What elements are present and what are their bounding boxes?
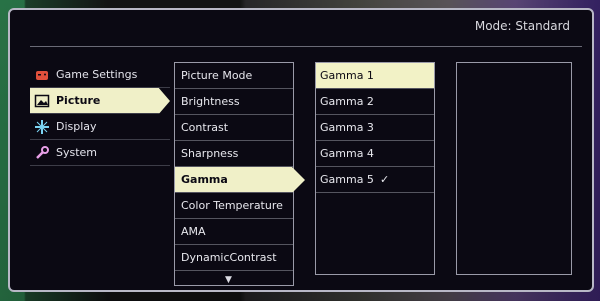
submenu-item-picture-mode[interactable]: Picture Mode [175,63,293,89]
category-label: Display [56,120,97,133]
wrench-icon [34,145,50,161]
gamma-option-4[interactable]: Gamma 4 [316,141,434,167]
submenu-item-contrast[interactable]: Contrast [175,115,293,141]
category-label: Game Settings [56,68,138,81]
scroll-down-icon[interactable]: ▼ [225,275,232,285]
submenu-item-sharpness[interactable]: Sharpness [175,141,293,167]
gamma-option-3[interactable]: Gamma 3 [316,115,434,141]
submenu-item-ama[interactable]: AMA [175,219,293,245]
submenu-list: Picture Mode Brightness Contrast Sharpne… [174,62,305,286]
category-system[interactable]: System [30,140,170,166]
option-label: Gamma 1 [320,69,374,82]
category-picture[interactable]: Picture [30,88,170,114]
mode-label: Mode: Standard [474,19,570,33]
category-display[interactable]: Display [30,114,170,140]
gamma-option-1[interactable]: Gamma 1 [316,63,434,89]
check-icon: ✓ [379,173,390,186]
gamepad-icon [34,67,50,83]
osd-menu: Mode: Standard Game Settings Picture Dis… [8,8,594,292]
display-icon [34,119,50,135]
option-label: Gamma 2 [320,95,374,108]
option-label: Gamma 3 [320,121,374,134]
submenu-item-gamma[interactable]: Gamma [175,167,305,193]
category-label: System [56,146,98,159]
category-game-settings[interactable]: Game Settings [30,62,170,88]
submenu-item-brightness[interactable]: Brightness [175,89,293,115]
category-label: Picture [56,94,101,107]
picture-icon [34,93,50,109]
submenu-item-color-temperature[interactable]: Color Temperature [175,193,293,219]
category-list: Game Settings Picture Display System [30,62,170,166]
option-label: Gamma 4 [320,147,374,160]
gamma-options-list: Gamma 1 Gamma 2 Gamma 3 Gamma 4 Gamma 5 … [315,62,435,275]
gamma-option-5[interactable]: Gamma 5 ✓ [316,167,434,193]
preview-panel [456,62,572,275]
submenu-item-dynamic-contrast[interactable]: DynamicContrast [175,245,293,271]
option-label: Gamma 5 [320,173,374,186]
gamma-option-2[interactable]: Gamma 2 [316,89,434,115]
